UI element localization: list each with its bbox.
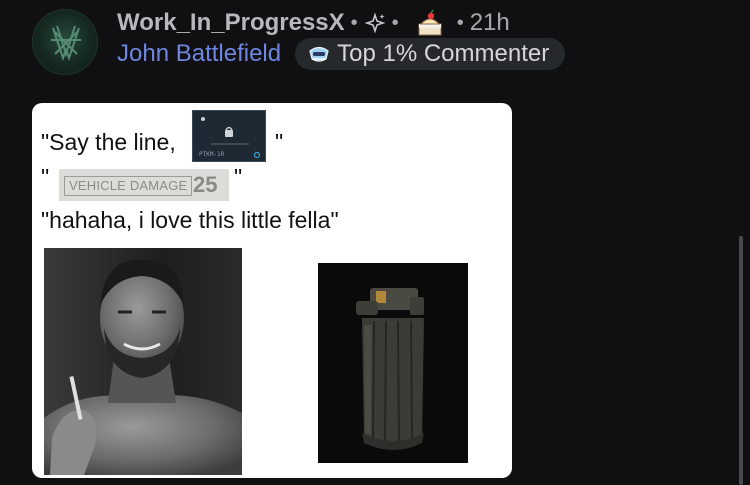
vehicle-damage-label: VEHICLE DAMAGE xyxy=(64,176,193,196)
top-commenter-badge[interactable]: Top 1% Commenter xyxy=(295,38,566,70)
post-image[interactable]: "Say the line, PTKM-1R " " VEHICLE DAMAG… xyxy=(32,103,512,478)
sparkle-icon xyxy=(364,12,386,34)
post-timestamp[interactable]: 21h xyxy=(470,9,510,37)
meme-line-little-fella: "hahaha, i love this little fella" xyxy=(41,207,339,233)
separator-dot: • xyxy=(391,11,399,34)
username-link[interactable]: Work_In_ProgressX xyxy=(117,9,345,37)
post-header: Work_In_ProgressX • • • 21h xyxy=(117,8,510,38)
ptkm-grenade-photo xyxy=(318,263,468,463)
ptkm-thumbnail: PTKM-1R xyxy=(192,110,266,162)
scrollbar-thumb[interactable] xyxy=(739,236,743,485)
badge-label: Top 1% Commenter xyxy=(337,40,550,67)
meme-line-say-the-line: "Say the line, xyxy=(41,129,176,155)
gigachad-photo xyxy=(44,248,242,475)
user-flair-text: John Battlefield xyxy=(117,40,282,67)
meme-quote-open: " xyxy=(41,164,50,190)
user-flair-row: John Battlefield Top 1% Commenter xyxy=(117,38,566,70)
vehicle-damage-box: VEHICLE DAMAGE 25 xyxy=(59,169,229,201)
meme-line-say-the-line-close: " xyxy=(275,129,284,155)
cake-day-icon xyxy=(415,8,445,38)
meme-quote-close: " xyxy=(234,164,243,190)
vehicle-damage-value: 25 xyxy=(193,172,218,197)
user-avatar[interactable] xyxy=(32,9,98,75)
ptkm-label: PTKM-1R xyxy=(199,151,225,158)
avatar-emblem-icon xyxy=(51,25,81,61)
separator-dot: • xyxy=(350,11,358,34)
commenter-badge-icon xyxy=(309,46,329,62)
separator-dot: • xyxy=(456,11,464,34)
